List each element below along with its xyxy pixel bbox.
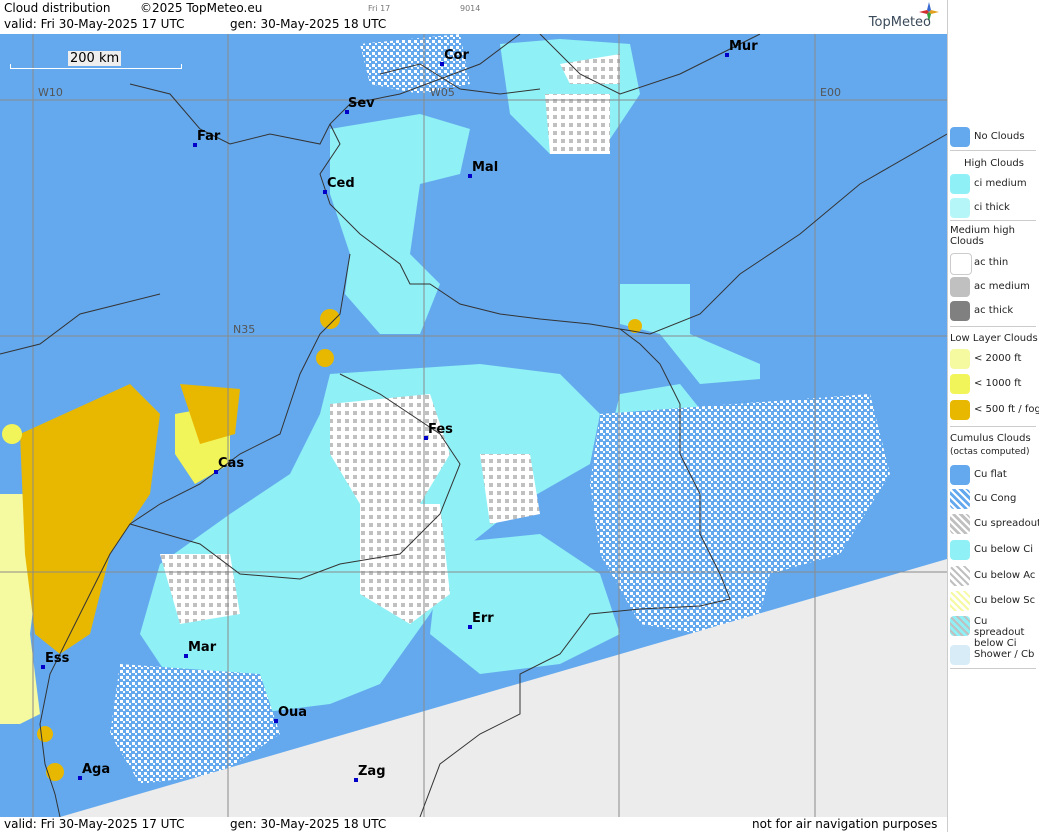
scale-label: 200 km — [68, 51, 122, 66]
city-ced[interactable]: Ced — [323, 176, 355, 194]
map-header: Cloud distribution ©2025 TopMeteo.eu Fri… — [0, 0, 947, 34]
valid-time: valid: Fri 30-May-2025 17 UTC — [4, 17, 185, 31]
logo-text: TopMeteo — [868, 15, 931, 30]
footer-valid: valid: Fri 30-May-2025 17 UTC — [4, 817, 185, 831]
city-mar[interactable]: Mar — [184, 640, 216, 658]
city-err[interactable]: Err — [468, 611, 494, 629]
legend-cu-sub: (octas computed) — [950, 447, 1030, 457]
frame-code: 9014 — [460, 4, 481, 13]
legend-medium-head: Medium high Clouds — [950, 225, 1015, 247]
topmeteo-logo: TopMeteo — [851, 2, 941, 32]
cloud-map[interactable]: W10 W05 E00 N35 200 km Cor Mur Sev Far M… — [0, 34, 947, 817]
city-fes[interactable]: Fes — [424, 422, 453, 440]
legend-high-head: High Clouds — [964, 158, 1024, 169]
copyright-text: ©2025 TopMeteo.eu — [140, 1, 263, 15]
city-far[interactable]: Far — [193, 129, 220, 147]
legend-cu-head: Cumulus Clouds — [950, 433, 1031, 444]
footer-generated: gen: 30-May-2025 18 UTC — [230, 817, 387, 831]
map-title: Cloud distribution — [4, 1, 111, 15]
city-sev[interactable]: Sev — [345, 96, 375, 114]
grid-label-e00: E00 — [820, 86, 841, 99]
grid-label-n35: N35 — [233, 323, 256, 336]
map-footer: valid: Fri 30-May-2025 17 UTC gen: 30-Ma… — [0, 817, 947, 832]
city-mal[interactable]: Mal — [468, 160, 498, 178]
city-cor[interactable]: Cor — [440, 48, 469, 66]
grid-label-w10: W10 — [38, 86, 63, 99]
grid-label-w05: W05 — [430, 86, 455, 99]
map-canvas — [0, 34, 947, 817]
city-ess[interactable]: Ess — [41, 651, 69, 669]
city-zag[interactable]: Zag — [354, 764, 386, 782]
legend-panel: No Clouds High Clouds ci medium ci thick… — [947, 0, 1039, 832]
city-cas[interactable]: Cas — [214, 456, 244, 474]
frame-label: Fri 17 — [368, 4, 391, 13]
city-mur[interactable]: Mur — [725, 39, 758, 57]
city-oua[interactable]: Oua — [274, 705, 307, 723]
scale-bar: 200 km — [10, 51, 182, 69]
legend-low-head: Low Layer Clouds — [950, 333, 1038, 344]
footer-note: not for air navigation purposes — [752, 817, 938, 831]
generated-time: gen: 30-May-2025 18 UTC — [230, 17, 387, 31]
city-aga[interactable]: Aga — [78, 762, 110, 780]
